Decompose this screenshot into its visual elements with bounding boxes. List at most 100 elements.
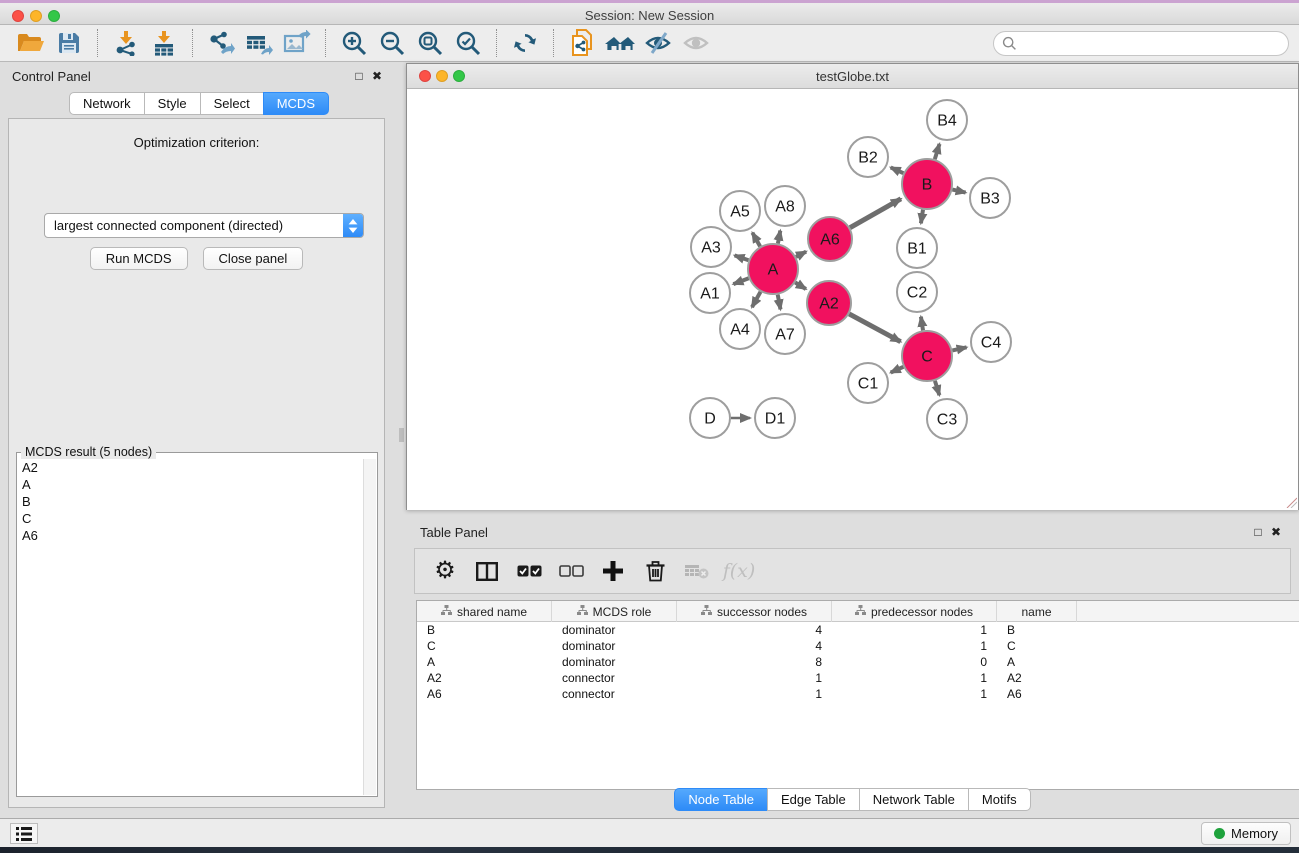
edge-A-A5[interactable]: [752, 233, 760, 247]
tab-network[interactable]: Network: [69, 92, 145, 115]
mcds-result-item[interactable]: B: [18, 493, 363, 510]
table-row[interactable]: Adominator80A: [417, 654, 1299, 670]
import-table-icon[interactable]: [145, 27, 183, 59]
column-header-name[interactable]: name: [997, 601, 1077, 622]
column-header-predecessor-nodes[interactable]: predecessor nodes: [832, 601, 997, 622]
table-row[interactable]: A6connector11A6: [417, 686, 1299, 702]
tab-select[interactable]: Select: [200, 92, 264, 115]
open-session-icon[interactable]: [12, 27, 50, 59]
node-A4[interactable]: A4: [720, 309, 760, 349]
column-header-shared-name[interactable]: shared name: [417, 601, 552, 622]
node-B[interactable]: B: [902, 159, 952, 209]
edge-B-B2[interactable]: [891, 167, 904, 173]
table-float-panel-icon[interactable]: □: [1249, 525, 1267, 539]
edge-A-A6[interactable]: [796, 252, 806, 257]
edge-C-C4[interactable]: [952, 347, 966, 350]
table-close-panel-icon[interactable]: ✖: [1267, 525, 1285, 539]
export-image-icon[interactable]: [278, 27, 316, 59]
node-C1[interactable]: C1: [848, 363, 888, 403]
edge-A-A1[interactable]: [733, 278, 748, 284]
table-tab-motifs[interactable]: Motifs: [968, 788, 1031, 811]
column-header-MCDS-role[interactable]: MCDS role: [552, 601, 677, 622]
node-B2[interactable]: B2: [848, 137, 888, 177]
node-A6[interactable]: A6: [808, 217, 852, 261]
export-table-icon[interactable]: [240, 27, 278, 59]
zoom-in-icon[interactable]: [335, 27, 373, 59]
panel-divider-grip[interactable]: [399, 428, 404, 442]
edge-A2-C[interactable]: [849, 314, 900, 342]
show-columns-icon[interactable]: [469, 553, 505, 589]
delete-icon[interactable]: [637, 553, 673, 589]
edge-C-C3[interactable]: [935, 381, 940, 395]
node-B3[interactable]: B3: [970, 178, 1010, 218]
mcds-result-item[interactable]: A6: [18, 527, 363, 544]
edge-B-B3[interactable]: [952, 190, 965, 193]
table-tab-network-table[interactable]: Network Table: [859, 788, 969, 811]
import-network-icon[interactable]: [107, 27, 145, 59]
node-C[interactable]: C: [902, 331, 952, 381]
node-A8[interactable]: A8: [765, 186, 805, 226]
mcds-result-item[interactable]: C: [18, 510, 363, 527]
column-header-successor-nodes[interactable]: successor nodes: [677, 601, 832, 622]
optimization-criterion-select[interactable]: largest connected component (directed): [44, 213, 364, 238]
close-panel-icon[interactable]: ✖: [368, 69, 386, 83]
node-A1[interactable]: A1: [690, 273, 730, 313]
close-panel-button[interactable]: Close panel: [203, 247, 304, 270]
delete-table-icon[interactable]: [679, 553, 715, 589]
edge-B-B4[interactable]: [935, 144, 940, 159]
refresh-icon[interactable]: [506, 27, 544, 59]
zoom-out-icon[interactable]: [373, 27, 411, 59]
memory-button[interactable]: Memory: [1201, 822, 1291, 845]
tab-style[interactable]: Style: [144, 92, 201, 115]
mcds-result-item[interactable]: A: [18, 476, 363, 493]
edge-A-A3[interactable]: [735, 255, 749, 260]
mcds-result-scrollbar[interactable]: [363, 459, 376, 795]
node-C4[interactable]: C4: [971, 322, 1011, 362]
network-window-titlebar[interactable]: testGlobe.txt: [407, 64, 1298, 89]
node-D[interactable]: D: [690, 398, 730, 438]
mcds-result-item[interactable]: A2: [18, 459, 363, 476]
edge-C-C1[interactable]: [891, 367, 904, 373]
edge-A-A7[interactable]: [778, 295, 781, 310]
save-session-icon[interactable]: [50, 27, 88, 59]
node-B4[interactable]: B4: [927, 100, 967, 140]
float-panel-icon[interactable]: □: [350, 69, 368, 83]
deselect-all-icon[interactable]: [553, 553, 589, 589]
export-network-icon[interactable]: [202, 27, 240, 59]
node-A2[interactable]: A2: [807, 281, 851, 325]
mcds-result-list[interactable]: A2ABCA6: [18, 459, 363, 795]
node-B1[interactable]: B1: [897, 228, 937, 268]
table-row[interactable]: Bdominator41B: [417, 622, 1299, 638]
edge-A-A8[interactable]: [778, 231, 780, 244]
tab-mcds[interactable]: MCDS: [263, 92, 329, 115]
node-D1[interactable]: D1: [755, 398, 795, 438]
new-network-from-selection-icon[interactable]: [563, 27, 601, 59]
table-tab-edge-table[interactable]: Edge Table: [767, 788, 860, 811]
node-C2[interactable]: C2: [897, 272, 937, 312]
table-row[interactable]: Cdominator41C: [417, 638, 1299, 654]
search-input[interactable]: [993, 31, 1289, 56]
window-resize-grip[interactable]: [1285, 496, 1297, 508]
edge-A-A2[interactable]: [795, 283, 806, 290]
home-icon[interactable]: [601, 27, 639, 59]
edge-B-B1[interactable]: [921, 210, 923, 224]
show-details-icon[interactable]: [677, 27, 715, 59]
edge-A-A4[interactable]: [752, 292, 761, 307]
node-A[interactable]: A: [748, 244, 798, 294]
function-builder-icon[interactable]: f(x): [721, 553, 757, 589]
edge-C-C2[interactable]: [921, 317, 923, 331]
node-A3[interactable]: A3: [691, 227, 731, 267]
zoom-selected-icon[interactable]: [449, 27, 487, 59]
network-graph[interactable]: B4B2BB3A5A8A6B1A3AA1C2A2A4A7C4CC1C3DD1: [407, 90, 1298, 510]
node-A5[interactable]: A5: [720, 191, 760, 231]
edge-A6-B[interactable]: [850, 199, 901, 228]
add-column-icon[interactable]: [595, 553, 631, 589]
run-mcds-button[interactable]: Run MCDS: [90, 247, 188, 270]
node-C3[interactable]: C3: [927, 399, 967, 439]
table-row[interactable]: A2connector11A2: [417, 670, 1299, 686]
table-tab-node-table[interactable]: Node Table: [674, 788, 768, 811]
select-all-icon[interactable]: [511, 553, 547, 589]
task-history-button[interactable]: [10, 823, 38, 844]
hide-details-icon[interactable]: [639, 27, 677, 59]
zoom-fit-icon[interactable]: [411, 27, 449, 59]
